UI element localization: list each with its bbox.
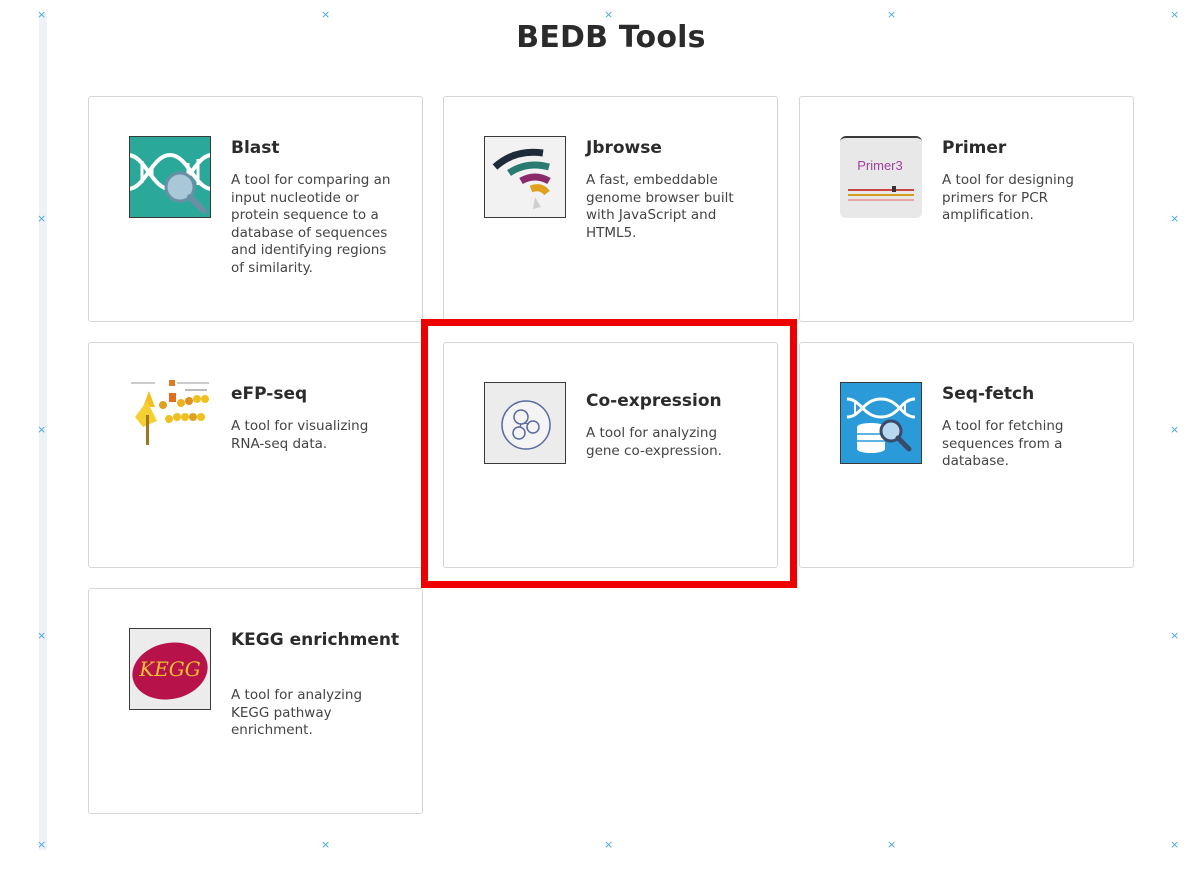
kegg-logo-text: KEGG	[139, 657, 201, 681]
tool-title: Jbrowse	[586, 138, 662, 158]
tool-title: KEGG enrichment	[231, 630, 400, 650]
marker: ×	[887, 838, 897, 851]
marker: ×	[37, 629, 47, 642]
blast-dna-magnifier-icon	[129, 136, 211, 218]
tool-title: eFP-seq	[231, 384, 308, 404]
marker: ×	[37, 212, 47, 225]
marker: ×	[1170, 629, 1180, 642]
marker: ×	[37, 423, 47, 436]
marker: ×	[604, 8, 614, 21]
marker: ×	[1170, 8, 1180, 21]
marker: ×	[1170, 423, 1180, 436]
tool-card-efp-seq[interactable]: eFP-seq A tool for visualizing RNA-seq d…	[88, 342, 423, 568]
tool-card-seq-fetch[interactable]: Seq-fetch A tool for fetching sequences …	[799, 342, 1134, 568]
page-title: BEDB Tools	[516, 20, 706, 55]
tool-description: A tool for visualizing RNA-seq data.	[231, 418, 369, 452]
tool-card-kegg-enrichment[interactable]: KEGG KEGG enrichment A tool for analyzin…	[88, 588, 423, 814]
tool-description: A tool for fetching sequences from a dat…	[942, 418, 1064, 469]
seq-fetch-database-icon	[840, 382, 922, 464]
primer3-icon: Primer3	[840, 136, 922, 218]
marker: ×	[604, 838, 614, 851]
marker: ×	[887, 8, 897, 21]
marker: ×	[321, 838, 331, 851]
efp-seq-plant-icon	[129, 377, 211, 459]
jbrowse-arcs-icon	[484, 136, 566, 218]
marker: ×	[1170, 212, 1180, 225]
tool-card-primer[interactable]: Primer3 Primer A tool for designing prim…	[799, 96, 1134, 322]
marker: ×	[321, 8, 331, 21]
marker: ×	[37, 838, 47, 851]
tool-description: A fast, embeddable genome browser built …	[586, 172, 734, 241]
tool-card-jbrowse[interactable]: Jbrowse A fast, embeddable genome browse…	[443, 96, 778, 322]
page: × × × × × × × × × × × × × × × × BEDB Too…	[0, 0, 1197, 870]
tool-title: Blast	[231, 138, 280, 158]
tool-title: Seq-fetch	[942, 384, 1035, 404]
tool-description: A tool for designing primers for PCR amp…	[942, 172, 1074, 223]
tool-description: A tool for comparing an input nucleotide…	[231, 172, 391, 276]
kegg-logo-icon: KEGG	[129, 628, 211, 710]
marker: ×	[37, 8, 47, 21]
tool-title: Primer	[942, 138, 1007, 158]
marker: ×	[1170, 838, 1180, 851]
highlight-frame	[421, 319, 797, 588]
tool-description: A tool for analyzing KEGG pathway enrich…	[231, 687, 363, 738]
tool-card-blast[interactable]: Blast A tool for comparing an input nucl…	[88, 96, 423, 322]
